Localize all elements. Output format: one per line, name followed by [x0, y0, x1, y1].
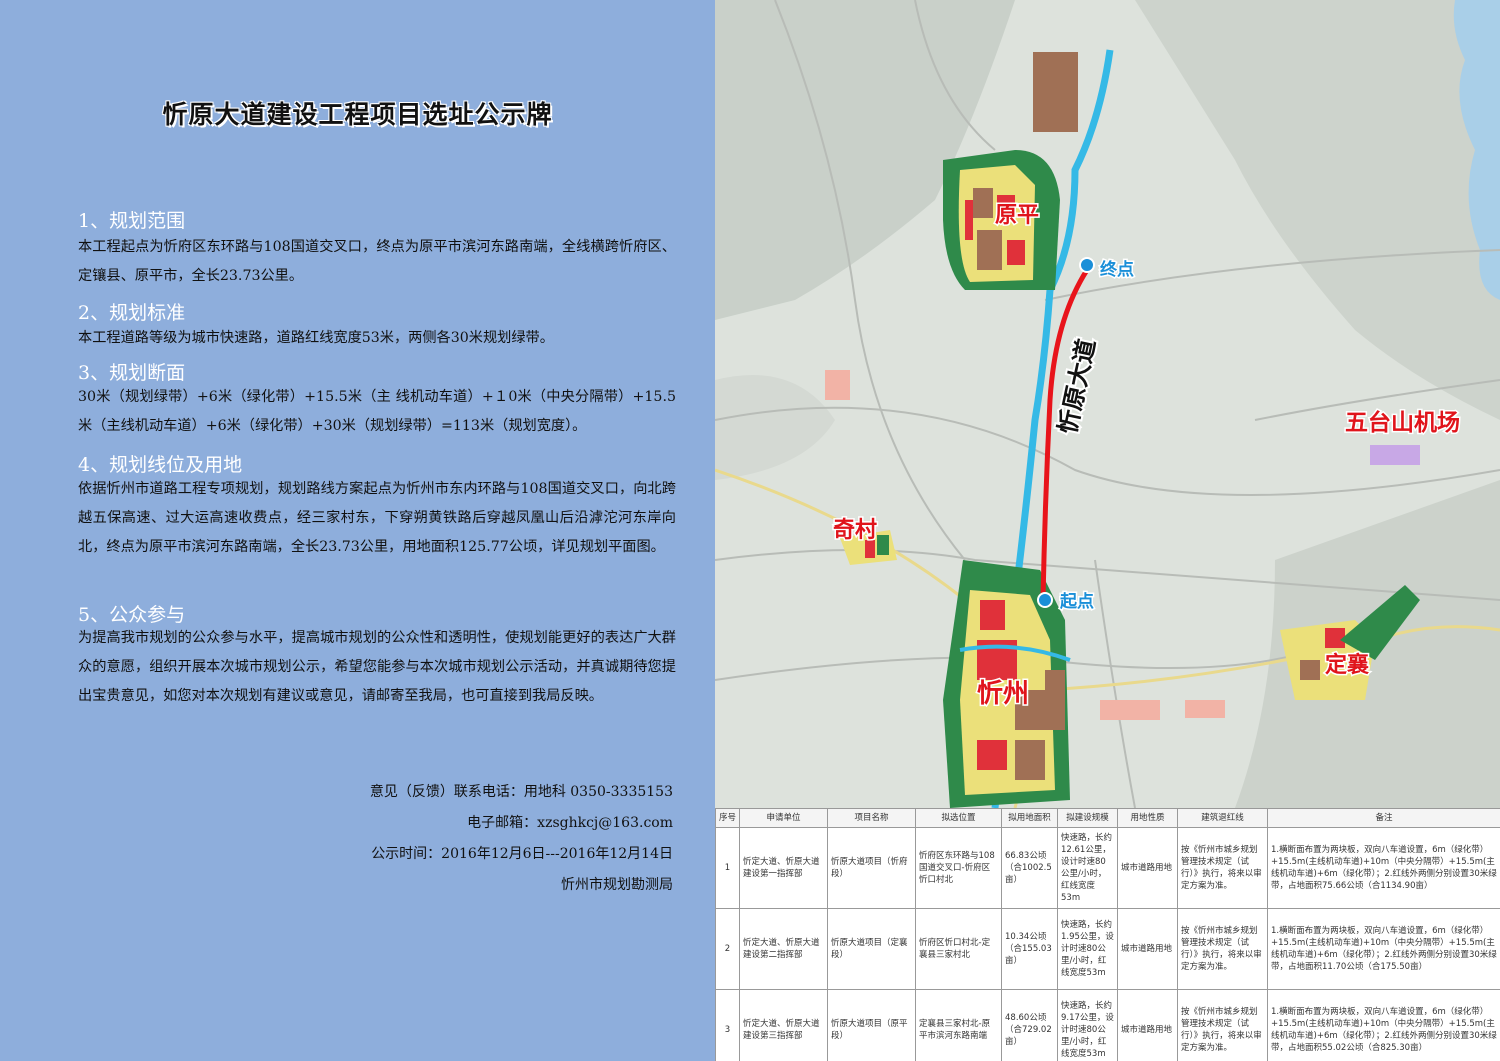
section-body-standard: 本工程道路等级为城市快速路，道路红线宽度53米，两侧各30米规划绿带。	[78, 330, 554, 346]
section-heading-standard: 2、规划标准	[78, 302, 186, 324]
table-cell: 忻原大道项目（原平段）	[827, 989, 916, 1061]
table-row: 3 忻定大道、忻原大道建设第三指挥部 忻原大道项目（原平段） 定襄县三家村北-原…	[715, 989, 1500, 1061]
col-header: 拟选位置	[915, 808, 1002, 828]
section-body-participation: 为提高我市规划的公众参与水平，提高城市规划的公众性和透明性，使规划能更好的表达广…	[78, 630, 676, 704]
airport-area	[1370, 445, 1420, 465]
issuing-org: 忻州市规划勘测局	[561, 877, 673, 893]
notice-panel: 忻原大道建设工程项目选址公示牌 1、规划范围 本工程起点为忻府区东环路与108国…	[0, 0, 715, 1061]
col-header: 序号	[715, 808, 740, 828]
table-cell: 快速路，长约1.95公里，设计时速80公里/小时，红线宽度53m	[1057, 908, 1118, 990]
table-cell: 忻定大道、忻原大道建设第一指挥部	[739, 827, 828, 909]
col-header: 拟建设规模	[1057, 808, 1118, 828]
table-cell: 城市道路用地	[1117, 908, 1178, 990]
table-cell: 忻府区忻口村北-定襄县三家村北	[915, 908, 1002, 990]
col-header: 建筑退红线	[1177, 808, 1268, 828]
label-qicun: 奇村	[833, 517, 877, 543]
label-airport: 五台山机场	[1345, 409, 1460, 436]
table-cell: 2	[715, 908, 740, 990]
page-title: 忻原大道建设工程项目选址公示牌	[162, 100, 553, 129]
table-cell: 按《忻州市城乡规划管理技术规定（试行）》执行，将来以审定方案为准。	[1177, 827, 1268, 909]
table-cell: 忻原大道项目（定襄段）	[827, 908, 916, 990]
col-header: 拟用地面积	[1001, 808, 1058, 828]
col-header: 项目名称	[827, 808, 916, 828]
table-cell: 48.60公顷（合729.02亩）	[1001, 989, 1058, 1061]
table-cell: 忻定大道、忻原大道建设第三指挥部	[739, 989, 828, 1061]
section-body-scope: 本工程起点为忻府区东环路与108国道交叉口，终点为原平市滨河东路南端，全线横跨忻…	[78, 239, 676, 284]
end-point-marker	[1079, 257, 1095, 273]
label-xinzhou: 忻州	[977, 679, 1029, 709]
table-cell: 1.横断面布置为两块板，双向八车道设置，6m（绿化带）+15.5m(主线机动车道…	[1267, 827, 1500, 909]
route-map: 原平 终点 忻原大道 五台山机场 奇村 起点 忻州 定襄	[715, 0, 1500, 808]
label-dingxiang: 定襄	[1325, 652, 1370, 678]
table-cell: 快速路，长约12.61公里，设计时速80公里/小时，红线宽度53m	[1057, 827, 1118, 909]
table-cell: 忻府区东环路与108国道交叉口-忻府区忻口村北	[915, 827, 1002, 909]
contact-phone: 意见（反馈）联系电话：用地科 0350-3335153	[369, 784, 673, 800]
table-cell: 10.34公顷（合155.03亩）	[1001, 908, 1058, 990]
col-header: 用地性质	[1117, 808, 1178, 828]
project-table: 序号 申请单位 项目名称 拟选位置 拟用地面积 拟建设规模 用地性质 建筑退红线…	[715, 808, 1500, 1061]
table-row: 2 忻定大道、忻原大道建设第二指挥部 忻原大道项目（定襄段） 忻府区忻口村北-定…	[715, 908, 1500, 990]
section-body-cross-section: 30米（规划绿带）+6米（绿化带）+15.5米（主 线机动车道）+１0米（中央分…	[78, 389, 676, 434]
table-cell: 忻原大道项目（忻府段）	[827, 827, 916, 909]
col-header: 备注	[1267, 808, 1500, 828]
section-heading-participation: 5、公众参与	[78, 604, 186, 626]
table-cell: 按《忻州市城乡规划管理技术规定（试行）》执行，将来以审定方案为准。	[1177, 908, 1268, 990]
table-cell: 66.83公顷（合1002.5亩）	[1001, 827, 1058, 909]
section-heading-scope: 1、规划范围	[78, 210, 186, 232]
table-cell: 按《忻州市城乡规划管理技术规定（试行）》执行，将来以审定方案为准。	[1177, 989, 1268, 1061]
label-yuanping: 原平	[995, 203, 1039, 228]
table-row: 1 忻定大道、忻原大道建设第一指挥部 忻原大道项目（忻府段） 忻府区东环路与10…	[715, 827, 1500, 909]
project-table-wrap: 序号 申请单位 项目名称 拟选位置 拟用地面积 拟建设规模 用地性质 建筑退红线…	[715, 808, 1500, 1061]
table-cell: 城市道路用地	[1117, 827, 1178, 909]
notice-period: 公示时间：2016年12月6日---2016年12月14日	[371, 846, 673, 862]
table-cell: 3	[715, 989, 740, 1061]
section-heading-alignment: 4、规划线位及用地	[78, 454, 243, 476]
table-cell: 1.横断面布置为两块板，双向八车道设置，6m（绿化带）+15.5m(主线机动车道…	[1267, 908, 1500, 990]
col-header: 申请单位	[739, 808, 828, 828]
label-start-point: 起点	[1059, 591, 1094, 612]
label-end-point: 终点	[1100, 259, 1134, 280]
table-cell: 1	[715, 827, 740, 909]
table-cell: 定襄县三家村北-原平市滨河东路南端	[915, 989, 1002, 1061]
table-cell: 快速路，长约9.17公里，设计时速80公里/小时，红线宽度53m	[1057, 989, 1118, 1061]
contact-email: 电子邮箱：xzsghkcj@163.com	[467, 815, 673, 831]
table-cell: 忻定大道、忻原大道建设第二指挥部	[739, 908, 828, 990]
table-header-row: 序号 申请单位 项目名称 拟选位置 拟用地面积 拟建设规模 用地性质 建筑退红线…	[715, 808, 1500, 828]
table-cell: 1.横断面布置为两块板，双向八车道设置，6m（绿化带）+15.5m(主线机动车道…	[1267, 989, 1500, 1061]
start-point-marker	[1037, 592, 1053, 608]
route-map-graphic: 原平 终点 忻原大道 五台山机场 奇村 起点 忻州 定襄	[715, 0, 1500, 808]
section-heading-cross-section: 3、规划断面	[78, 362, 186, 384]
section-body-alignment: 依据忻州市道路工程专项规划，规划路线方案起点为忻州市东内环路与108国道交叉口，…	[78, 481, 676, 555]
table-cell: 城市道路用地	[1117, 989, 1178, 1061]
